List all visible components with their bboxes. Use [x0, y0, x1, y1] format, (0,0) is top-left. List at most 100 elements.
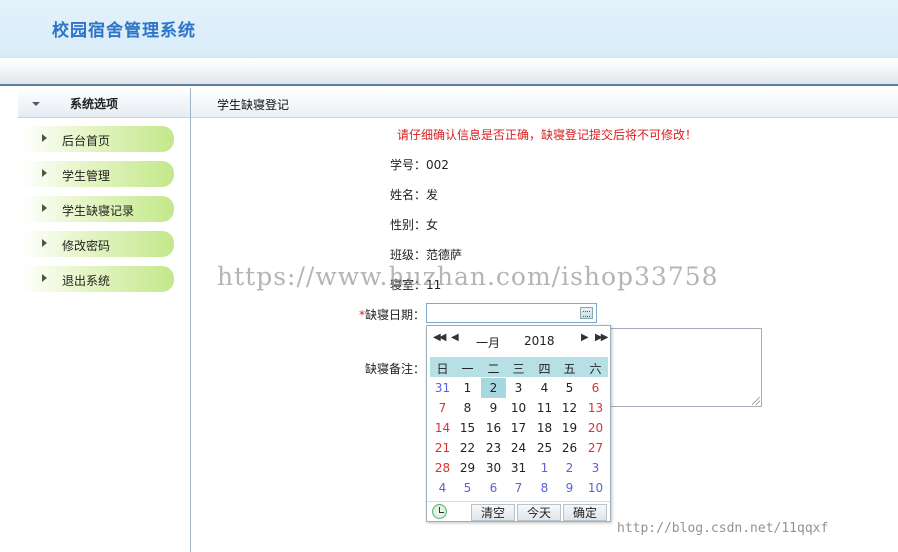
field-label: 缺寝日期： — [365, 308, 426, 322]
sidebar-item-home[interactable]: 后台首页 — [22, 126, 174, 152]
clear-button[interactable]: 清空 — [471, 504, 515, 521]
calendar-week-row: 28 29 30 31 1 2 3 — [430, 458, 608, 478]
weekday-label: 六 — [589, 362, 602, 376]
calendar-day[interactable]: 1 — [532, 458, 557, 478]
next-month-button[interactable]: ▶ — [581, 332, 589, 343]
calendar-day[interactable]: 18 — [532, 418, 557, 438]
sidebar-item-label: 学生缺寝记录 — [62, 204, 135, 218]
date-picker: ◀◀ ◀ 一月 2018 ▶ ▶▶ 日 一 二 三 四 五 六 31 1 2 3… — [426, 325, 611, 522]
calendar-day[interactable]: 22 — [455, 438, 480, 458]
field-value: 发 — [426, 188, 439, 202]
calendar-day[interactable]: 10 — [506, 398, 531, 418]
arrow-right-icon — [42, 169, 47, 177]
calendar-day[interactable]: 23 — [481, 438, 506, 458]
calendar-day[interactable]: 4 — [430, 478, 455, 498]
calendar-day[interactable]: 17 — [506, 418, 531, 438]
collapse-triangle-icon — [32, 102, 40, 106]
calendar-day[interactable]: 27 — [583, 438, 608, 458]
weekday-label: 二 — [487, 362, 500, 376]
weekday-label: 日 — [436, 362, 449, 376]
calendar-day[interactable]: 10 — [583, 478, 608, 498]
arrow-right-icon — [42, 274, 47, 282]
prev-year-button[interactable]: ◀◀ — [433, 332, 446, 343]
calendar-day[interactable]: 3 — [506, 378, 531, 398]
calendar-day[interactable]: 16 — [481, 418, 506, 438]
calendar-day[interactable]: 25 — [532, 438, 557, 458]
calendar-day[interactable]: 8 — [532, 478, 557, 498]
calendar-day[interactable]: 6 — [481, 478, 506, 498]
calendar-day[interactable]: 20 — [583, 418, 608, 438]
page: 校园宿舍管理系统 系统选项 后台首页 学生管理 学生缺寝记录 修改密码 退出系统 — [0, 0, 898, 552]
clock-icon[interactable] — [432, 504, 447, 519]
month-selector[interactable]: 一月 — [476, 334, 500, 351]
arrow-right-icon — [42, 239, 47, 247]
absence-date-label: *缺寝日期： — [359, 306, 425, 323]
sidebar-item-label: 修改密码 — [62, 239, 111, 253]
calendar-day[interactable]: 29 — [455, 458, 480, 478]
sidebar: 系统选项 后台首页 学生管理 学生缺寝记录 修改密码 退出系统 — [18, 88, 190, 552]
calendar-day[interactable]: 1 — [455, 378, 480, 398]
calendar-day[interactable]: 9 — [481, 398, 506, 418]
calendar-week-row: 7 8 9 10 11 12 13 — [430, 398, 608, 418]
calendar-day[interactable]: 31 — [506, 458, 531, 478]
calendar-week-row: 31 1 2 3 4 5 6 — [430, 378, 608, 398]
calendar-week-row: 21 22 23 24 25 26 27 — [430, 438, 608, 458]
calendar-day[interactable]: 2 — [557, 458, 582, 478]
calendar-day[interactable]: 19 — [557, 418, 582, 438]
prev-month-button[interactable]: ◀ — [451, 332, 459, 343]
confirm-button[interactable]: 确定 — [563, 504, 607, 521]
calendar-icon[interactable] — [580, 307, 593, 319]
page-title: 学生缺寝登记 — [217, 98, 290, 112]
weekday-label: 一 — [461, 362, 474, 376]
calendar-day[interactable]: 13 — [583, 398, 608, 418]
calendar-day[interactable]: 21 — [430, 438, 455, 458]
calendar-day[interactable]: 15 — [455, 418, 480, 438]
weekday-label: 四 — [538, 362, 551, 376]
main-header: 学生缺寝登记 — [191, 88, 898, 118]
watermark-text: https://www.huzhan.com/ishop33758 — [217, 262, 719, 291]
calendar-day[interactable]: 11 — [532, 398, 557, 418]
calendar-day[interactable]: 3 — [583, 458, 608, 478]
absence-date-input[interactable] — [426, 303, 597, 323]
field-gender: 性别：女 — [390, 216, 438, 233]
field-label: 班级： — [390, 248, 427, 262]
arrow-right-icon — [42, 134, 47, 142]
sidebar-item-change-password[interactable]: 修改密码 — [22, 231, 174, 257]
calendar-day[interactable]: 12 — [557, 398, 582, 418]
today-button[interactable]: 今天 — [517, 504, 561, 521]
next-year-button[interactable]: ▶▶ — [595, 332, 608, 343]
calendar-day[interactable]: 5 — [557, 378, 582, 398]
app-header: 校园宿舍管理系统 — [0, 0, 898, 58]
calendar-day[interactable]: 9 — [557, 478, 582, 498]
calendar-day[interactable]: 14 — [430, 418, 455, 438]
resize-grip-icon[interactable] — [752, 397, 760, 405]
calendar-day[interactable]: 6 — [583, 378, 608, 398]
field-name: 姓名：发 — [390, 186, 438, 203]
sidebar-header[interactable]: 系统选项 — [18, 88, 190, 118]
calendar-day[interactable]: 31 — [430, 378, 455, 398]
calendar-day[interactable]: 7 — [430, 398, 455, 418]
warning-notice: 请仔细确认信息是否正确，缺寝登记提交后将不可修改！ — [397, 128, 698, 142]
sidebar-item-absence-records[interactable]: 学生缺寝记录 — [22, 196, 174, 222]
sidebar-item-students[interactable]: 学生管理 — [22, 161, 174, 187]
sidebar-item-logout[interactable]: 退出系统 — [22, 266, 174, 292]
calendar-day[interactable]: 5 — [455, 478, 480, 498]
sidebar-item-label: 退出系统 — [62, 274, 111, 288]
absence-note-label: 缺寝备注： — [365, 362, 426, 376]
date-picker-footer: 清空 今天 确定 — [427, 501, 610, 521]
calendar-day-selected[interactable]: 2 — [481, 378, 506, 398]
field-student-id: 学号：002 — [390, 156, 449, 173]
weekday-label: 五 — [563, 362, 576, 376]
calendar-day[interactable]: 28 — [430, 458, 455, 478]
calendar-day[interactable]: 4 — [532, 378, 557, 398]
sidebar-header-label: 系统选项 — [70, 97, 119, 111]
field-value: 女 — [426, 218, 439, 232]
calendar-day[interactable]: 7 — [506, 478, 531, 498]
calendar-day[interactable]: 30 — [481, 458, 506, 478]
field-value: 002 — [426, 158, 449, 172]
calendar-day[interactable]: 26 — [557, 438, 582, 458]
year-selector[interactable]: 2018 — [524, 334, 555, 348]
calendar-day[interactable]: 8 — [455, 398, 480, 418]
calendar-day[interactable]: 24 — [506, 438, 531, 458]
weekday-label: 三 — [512, 362, 525, 376]
